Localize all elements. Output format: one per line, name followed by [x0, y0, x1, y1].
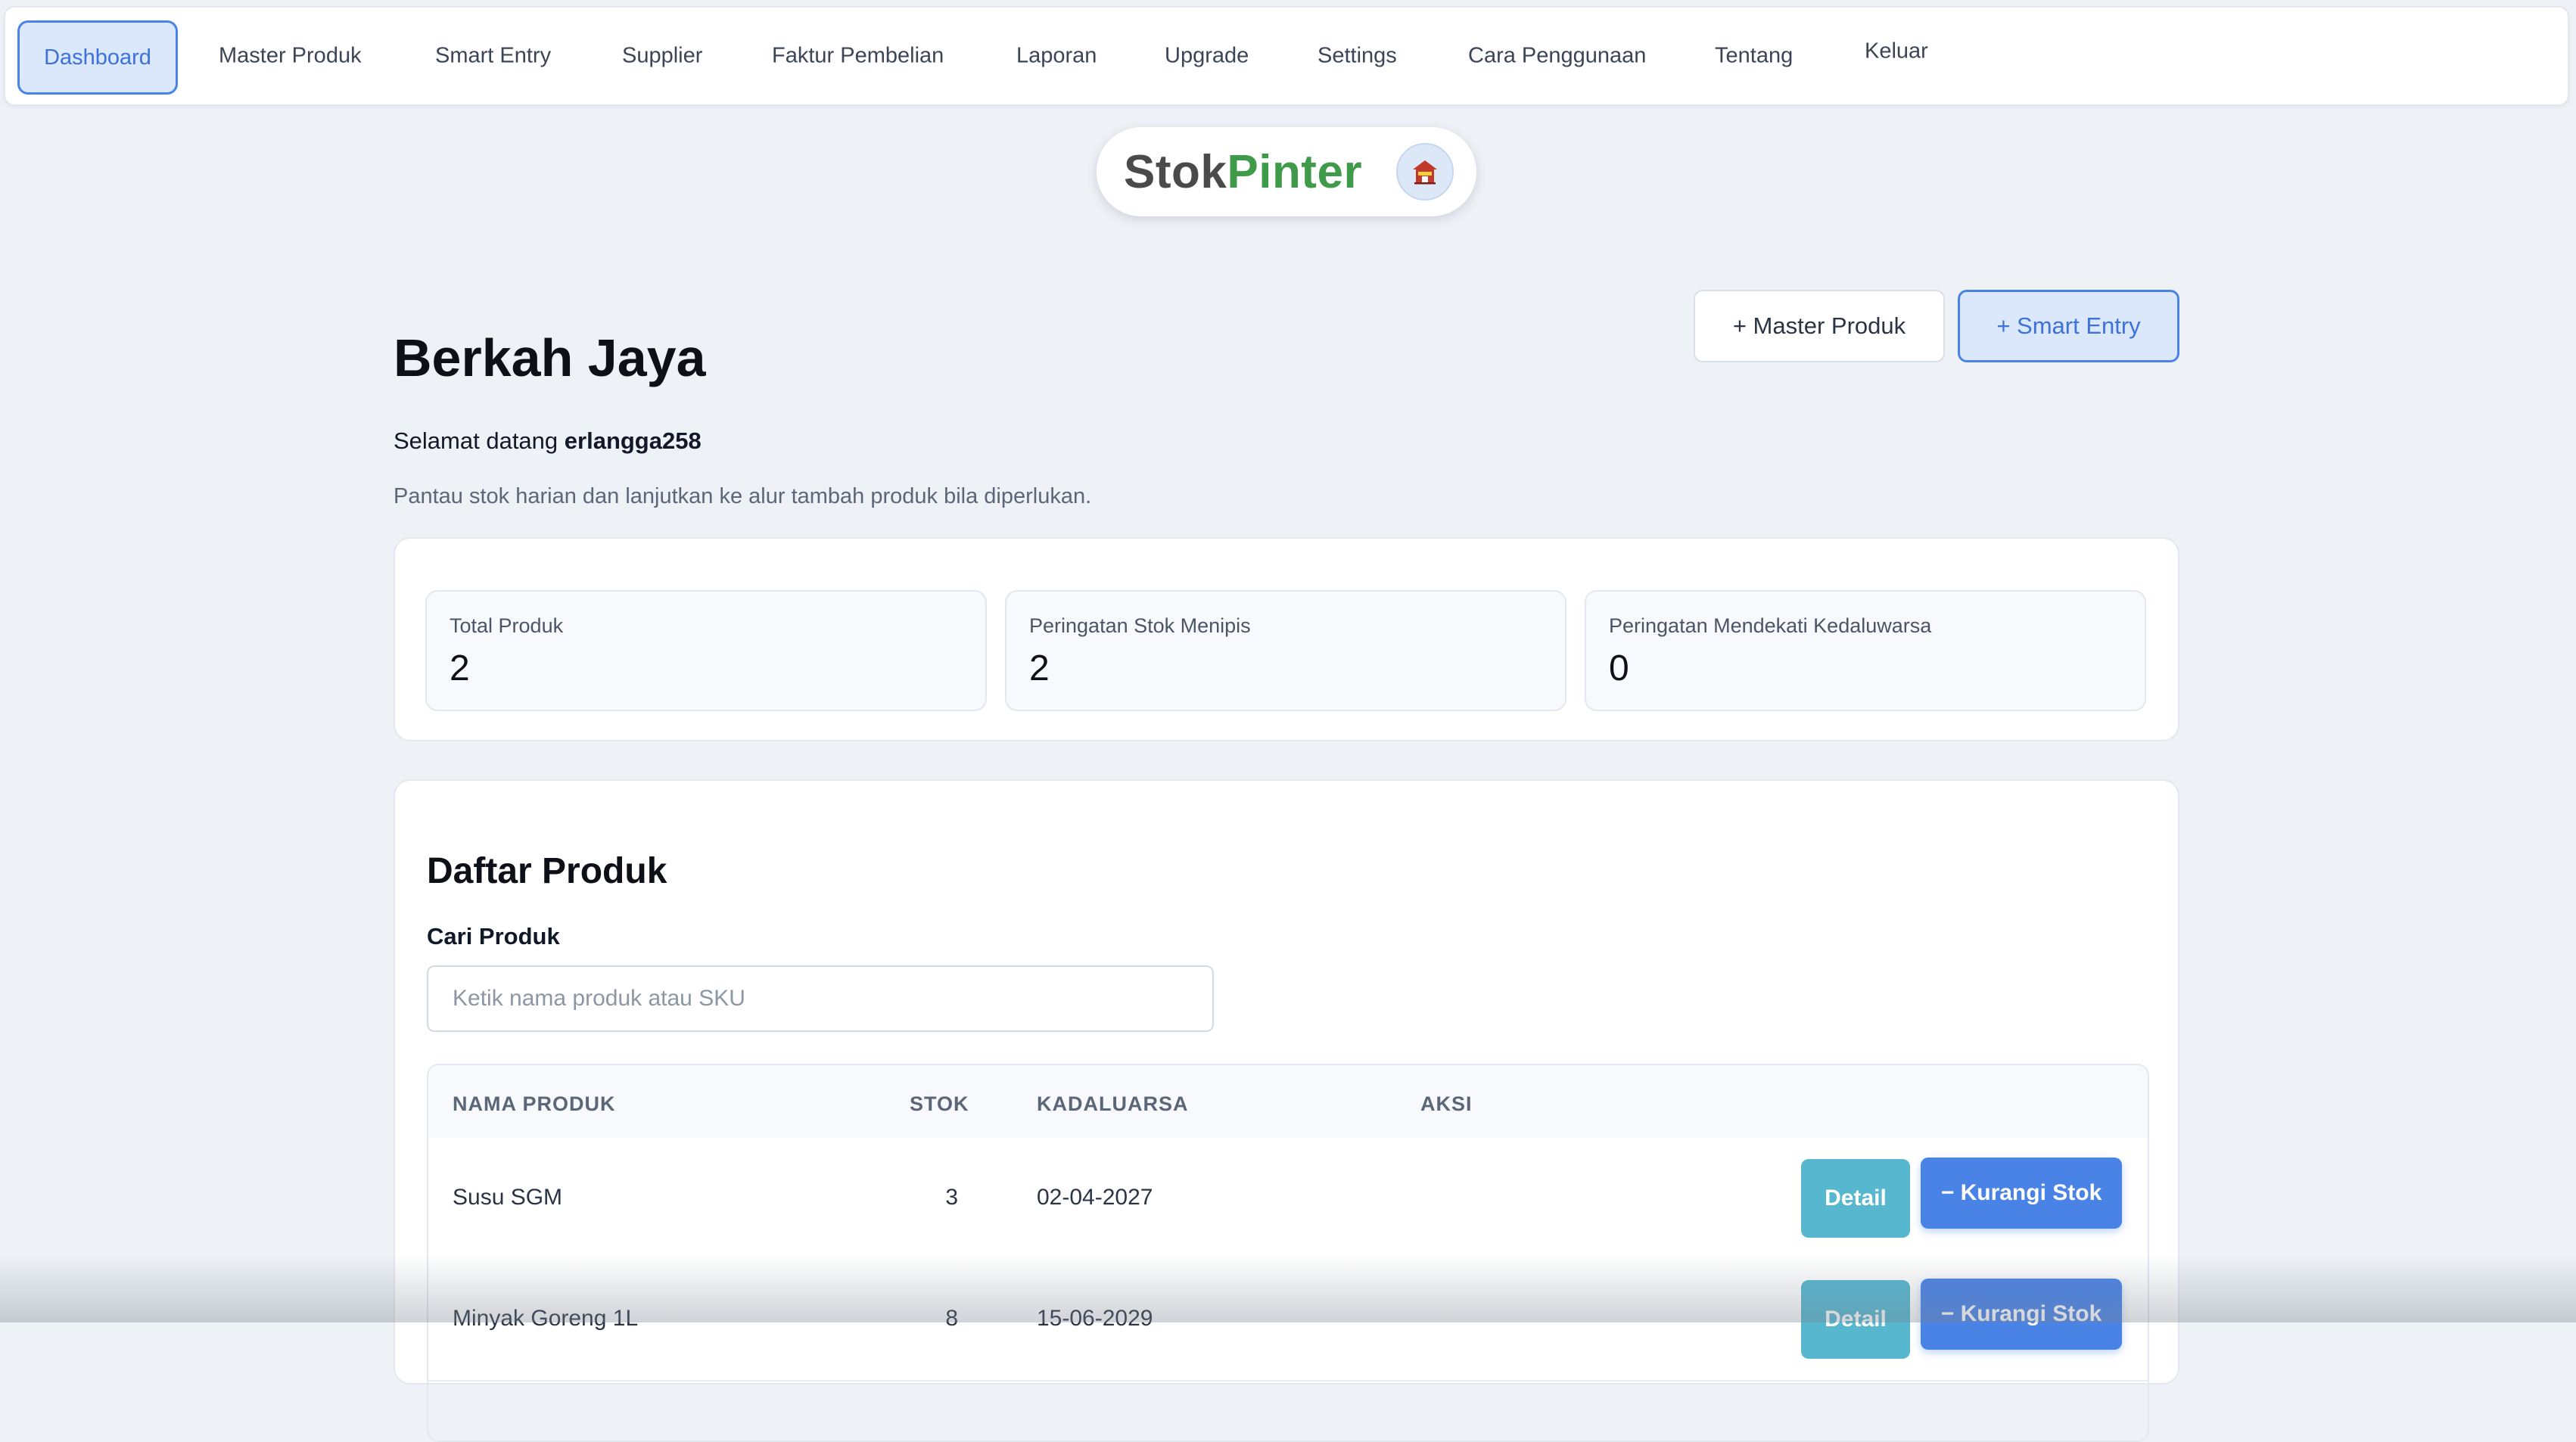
table-row: Susu SGM 3 02-04-2027 Detail − Kurangi S…	[428, 1138, 2148, 1260]
username: erlangga258	[564, 427, 702, 454]
store-icon	[1396, 143, 1454, 200]
table-header: NAMA PRODUK STOK KADALUARSA AKSI	[428, 1065, 2148, 1139]
reduce-stock-button[interactable]: − Kurangi Stok	[1921, 1279, 2122, 1350]
table-row: Minyak Goreng 1L 8 15-06-2029 Detail − K…	[428, 1259, 2148, 1381]
nav-smart-entry[interactable]: Smart Entry	[435, 44, 551, 69]
stat-value: 2	[450, 648, 470, 688]
welcome-text: Selamat datang erlangga258	[394, 427, 702, 454]
column-header-action: AKSI	[1420, 1092, 1473, 1115]
product-search-input[interactable]	[427, 965, 1214, 1032]
reduce-stock-button[interactable]: − Kurangi Stok	[1921, 1158, 2122, 1229]
stats-card: Total Produk 2 Peringatan Stok Menipis 2…	[394, 537, 2179, 741]
product-stock: 8	[945, 1306, 958, 1331]
brand-name: StokPinter	[1124, 145, 1363, 198]
nav-laporan[interactable]: Laporan	[1016, 44, 1097, 69]
stat-value: 0	[1609, 648, 1629, 688]
stat-label: Peringatan Stok Menipis	[1029, 614, 1251, 637]
nav-supplier[interactable]: Supplier	[622, 44, 702, 69]
nav-faktur-pembelian[interactable]: Faktur Pembelian	[772, 44, 944, 69]
column-header-name: NAMA PRODUK	[453, 1092, 616, 1115]
add-smart-entry-button[interactable]: + Smart Entry	[1958, 290, 2179, 362]
stat-total-produk: Total Produk 2	[425, 590, 987, 711]
stat-label: Total Produk	[450, 614, 564, 637]
nav-keluar[interactable]: Keluar	[1865, 39, 1928, 64]
column-header-stock: STOK	[910, 1092, 969, 1115]
add-master-produk-button[interactable]: + Master Produk	[1694, 290, 1945, 362]
product-expiry: 02-04-2027	[1037, 1185, 1153, 1210]
nav-tentang[interactable]: Tentang	[1715, 44, 1793, 69]
product-stock: 3	[945, 1185, 958, 1210]
top-navbar: Dashboard Master Produk Smart Entry Supp…	[4, 6, 2569, 106]
stat-label: Peringatan Mendekati Kedaluwarsa	[1609, 614, 1932, 637]
stat-kedaluwarsa: Peringatan Mendekati Kedaluwarsa 0	[1585, 590, 2146, 711]
product-name: Susu SGM	[453, 1185, 563, 1210]
nav-cara-penggunaan[interactable]: Cara Penggunaan	[1468, 44, 1646, 69]
column-header-expiry: KADALUARSA	[1037, 1092, 1189, 1115]
nav-master-produk[interactable]: Master Produk	[219, 44, 362, 69]
store-name: Berkah Jaya	[394, 328, 706, 387]
brand-logo[interactable]: StokPinter	[1097, 127, 1476, 216]
nav-dashboard[interactable]: Dashboard	[17, 20, 178, 95]
nav-settings[interactable]: Settings	[1318, 44, 1397, 69]
product-table: NAMA PRODUK STOK KADALUARSA AKSI Susu SG…	[427, 1064, 2149, 1442]
detail-button[interactable]: Detail	[1801, 1159, 1910, 1238]
page-subtitle: Pantau stok harian dan lanjutkan ke alur…	[394, 484, 1092, 508]
nav-upgrade[interactable]: Upgrade	[1165, 44, 1249, 69]
product-expiry: 15-06-2029	[1037, 1306, 1153, 1331]
product-list-card: Daftar Produk Cari Produk NAMA PRODUK ST…	[394, 779, 2179, 1442]
search-label: Cari Produk	[427, 923, 560, 949]
detail-button[interactable]: Detail	[1801, 1280, 1910, 1359]
stat-stok-menipis: Peringatan Stok Menipis 2	[1005, 590, 1566, 711]
stat-value: 2	[1029, 648, 1050, 688]
product-name: Minyak Goreng 1L	[453, 1306, 639, 1331]
product-list-title: Daftar Produk	[427, 851, 667, 891]
